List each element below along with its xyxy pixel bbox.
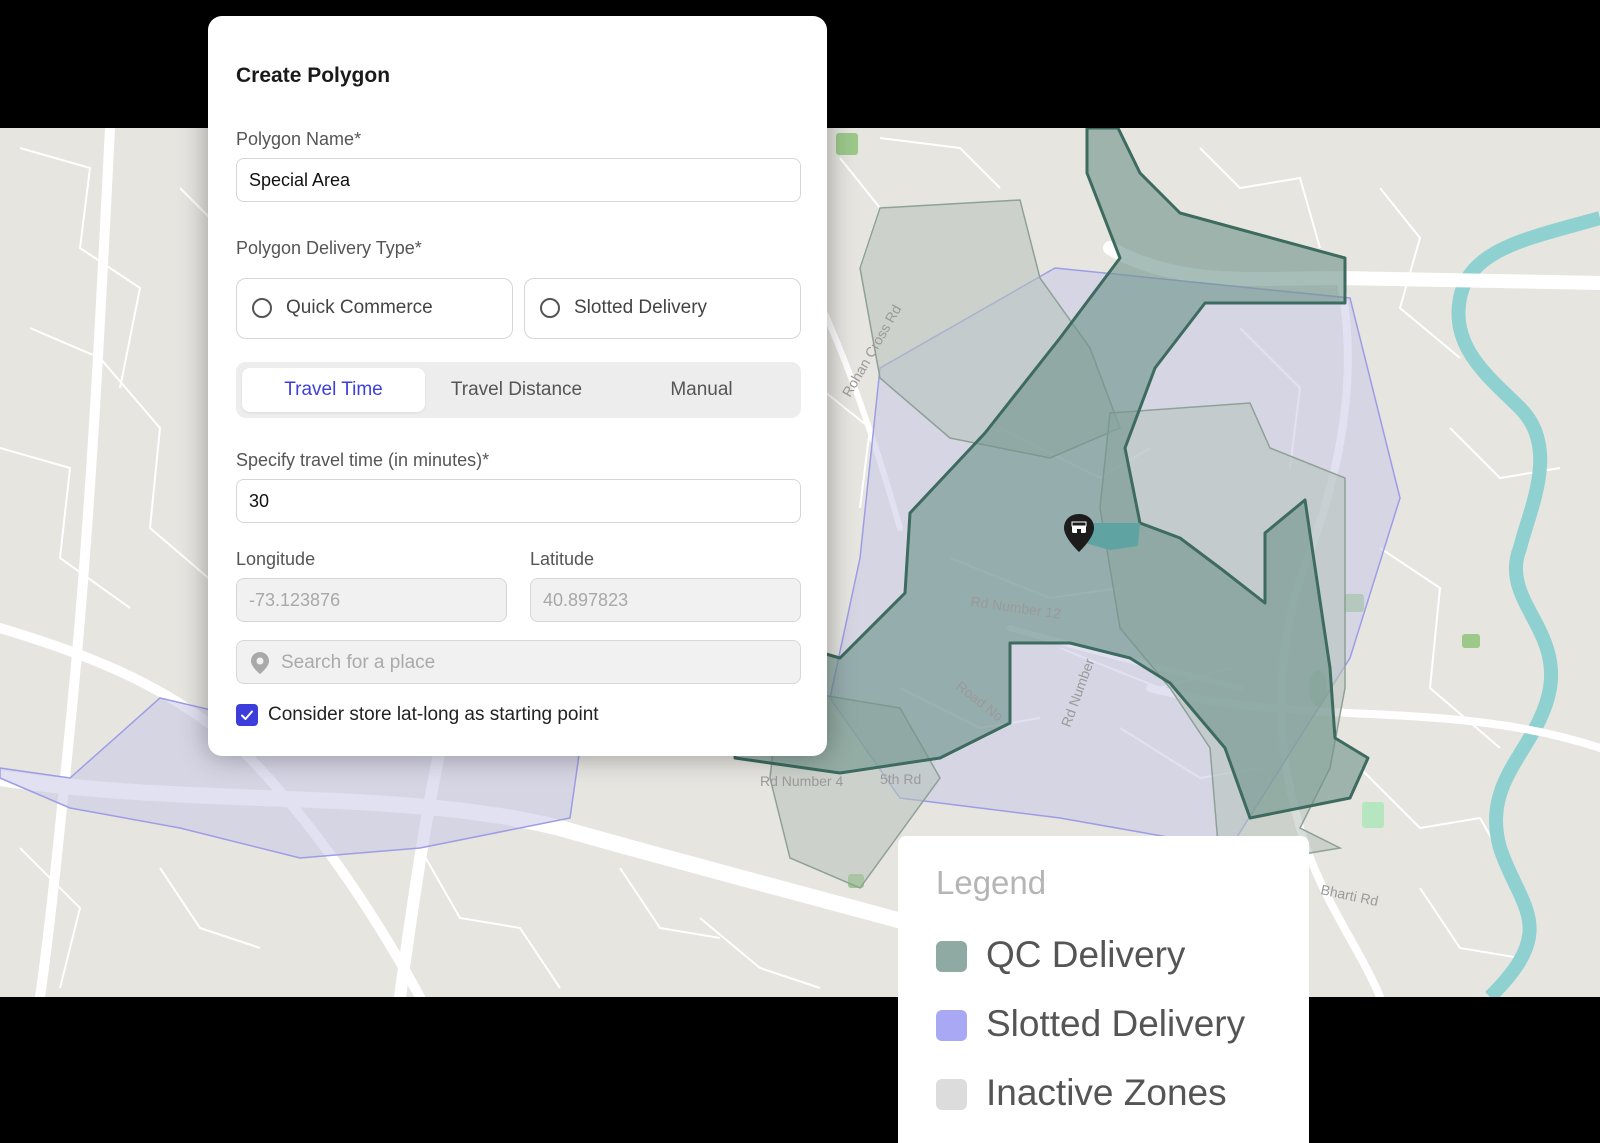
radio-quick-commerce[interactable]: Quick Commerce [236,278,513,339]
radio-label: Slotted Delivery [574,297,708,318]
place-search-input[interactable]: Search for a place [236,640,801,684]
panel-title: Create Polygon [236,64,391,87]
radio-label: Quick Commerce [286,297,433,318]
delivery-type-label: Polygon Delivery Type* [236,238,422,258]
map-legend: Legend QC Delivery Slotted Delivery Inac… [898,836,1309,1143]
legend-swatch [936,1079,967,1110]
legend-title: Legend [936,864,1047,901]
legend-swatch [936,941,967,972]
longitude-input[interactable]: -73.123876 [236,578,507,622]
tab-manual[interactable]: Manual [608,368,795,412]
tab-travel-time[interactable]: Travel Time [242,368,425,412]
legend-swatch [936,1010,967,1041]
legend-label: Inactive Zones [986,1072,1227,1113]
checkmark-icon [241,710,253,720]
latitude-label: Latitude [530,549,595,569]
method-tabs: Travel Time Travel Distance Manual [236,362,801,418]
tab-travel-distance[interactable]: Travel Distance [425,368,608,412]
travel-time-input[interactable]: 30 [236,479,801,523]
create-polygon-panel: Create Polygon Polygon Name* Special Are… [208,16,827,756]
checkbox-label: Consider store lat-long as starting poin… [268,704,599,725]
location-pin-icon [251,652,269,674]
legend-label: QC Delivery [986,934,1186,975]
radio-slotted-delivery[interactable]: Slotted Delivery [524,278,801,339]
longitude-label: Longitude [236,549,316,569]
road-label: 5th Rd [880,771,921,787]
search-placeholder: Search for a place [281,652,436,673]
radio-circle-icon [252,298,272,318]
radio-circle-icon [540,298,560,318]
travel-time-label: Specify travel time (in minutes)* [236,450,490,470]
polygon-name-label: Polygon Name* [236,129,362,149]
legend-label: Slotted Delivery [986,1003,1246,1044]
latitude-input[interactable]: 40.897823 [530,578,801,622]
road-label: Rd Number 4 [760,773,843,789]
polygon-name-input[interactable]: Special Area [236,158,801,202]
store-start-checkbox[interactable] [236,704,258,726]
